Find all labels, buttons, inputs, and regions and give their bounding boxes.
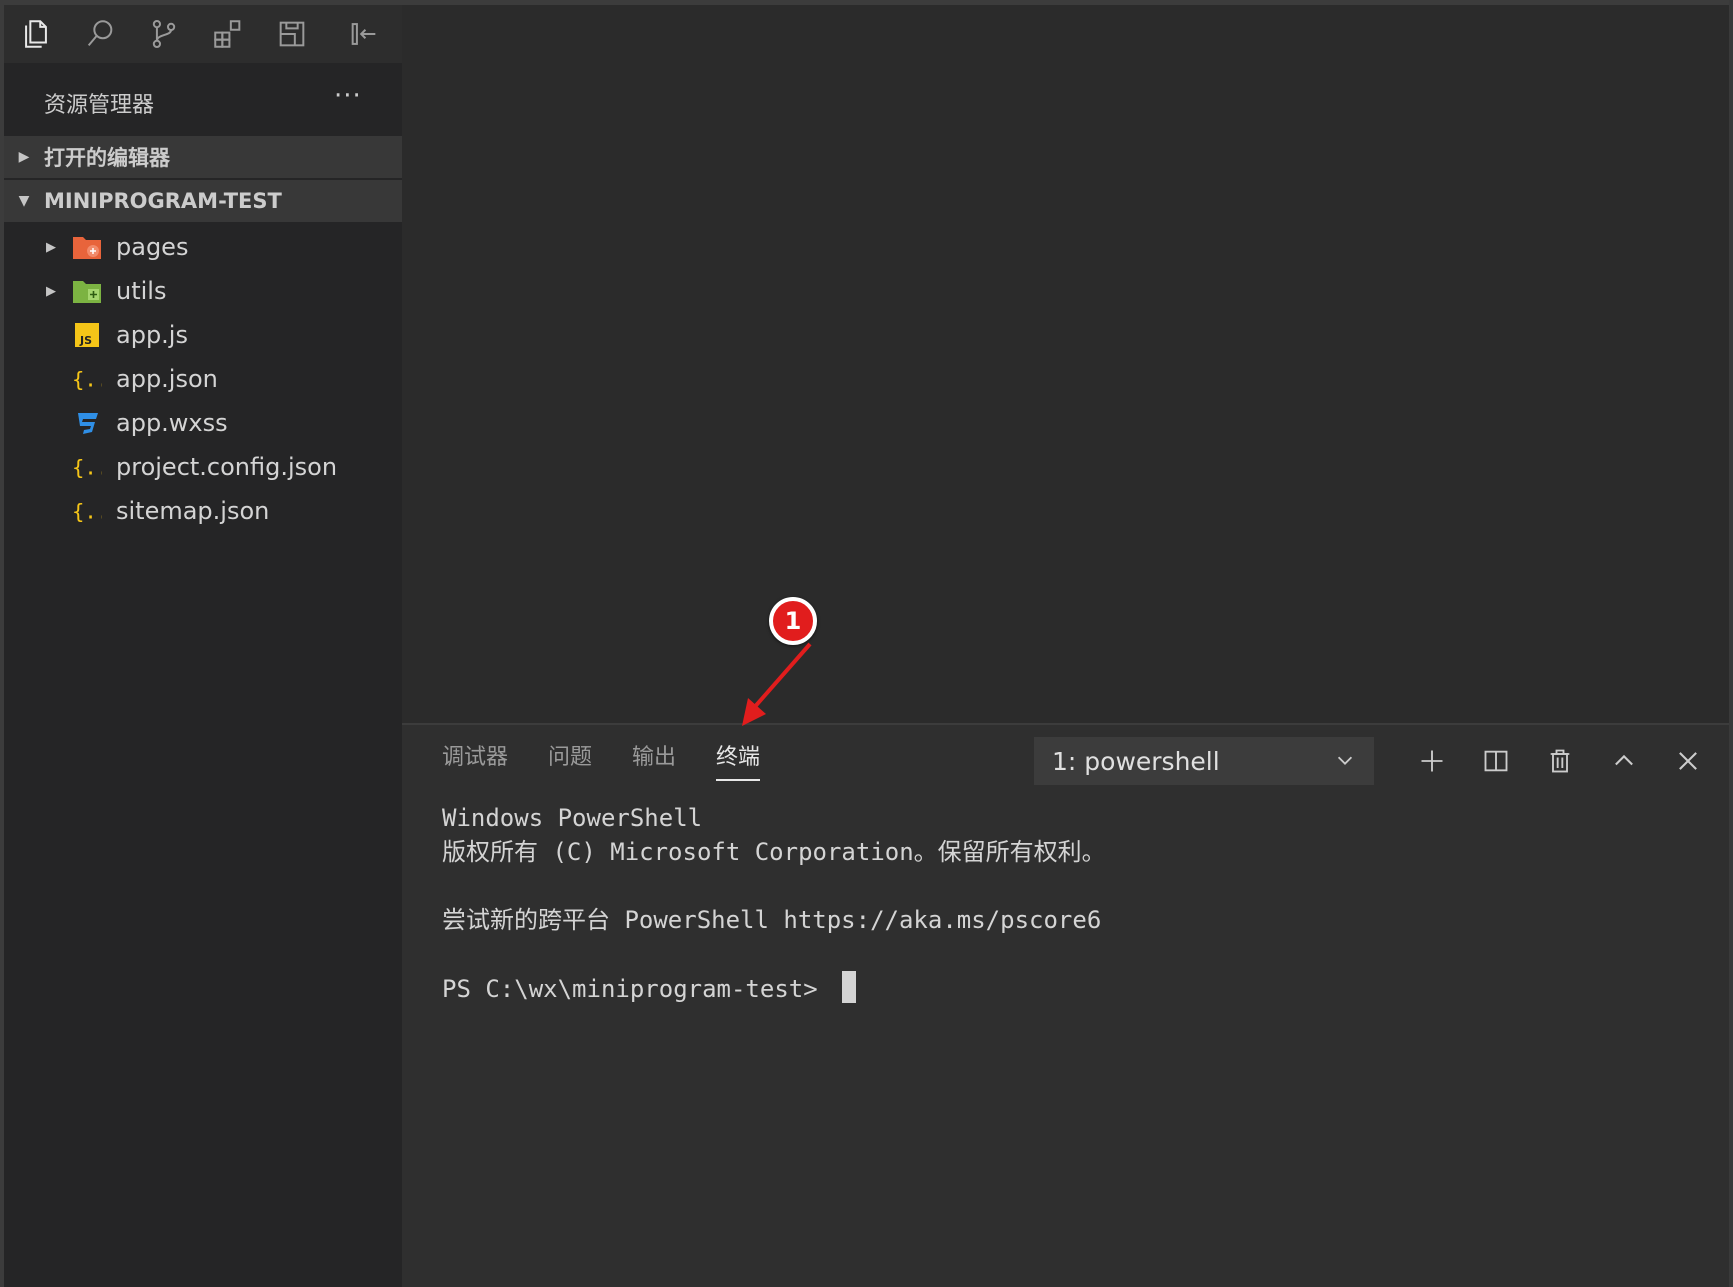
js-file-icon: JS bbox=[72, 320, 102, 350]
project-section[interactable]: ▼ MINIPROGRAM-TEST bbox=[4, 180, 402, 222]
tab-terminal[interactable]: 终端 bbox=[716, 739, 761, 781]
sidebar: 资源管理器 ··· ▶ 打开的编辑器 ▼ MINIPROGRAM-TEST ▶ … bbox=[4, 5, 402, 1287]
split-terminal-button[interactable] bbox=[1464, 739, 1528, 783]
collapse-sidebar-icon[interactable] bbox=[332, 5, 396, 63]
ide-window: 资源管理器 ··· ▶ 打开的编辑器 ▼ MINIPROGRAM-TEST ▶ … bbox=[0, 0, 1733, 1287]
svg-text:{..}: {..} bbox=[72, 456, 102, 480]
terminal-line: 版权所有 (C) Microsoft Corporation。保留所有权利。 bbox=[442, 838, 1106, 866]
new-terminal-button[interactable] bbox=[1400, 739, 1464, 783]
tree-item-label: sitemap.json bbox=[116, 497, 270, 525]
tab-output[interactable]: 输出 bbox=[632, 739, 676, 781]
chevron-up-icon bbox=[1615, 754, 1633, 766]
chevron-right-icon: ▶ bbox=[46, 283, 56, 299]
bottom-panel: 调试器 问题 输出 终端 1: powershell Windows Power… bbox=[402, 723, 1729, 1287]
svg-text:{..}: {..} bbox=[72, 500, 102, 524]
json-file-icon: {..} bbox=[72, 496, 102, 526]
terminal-line: Windows PowerShell bbox=[442, 804, 703, 832]
terminal-cursor bbox=[842, 971, 857, 1003]
tree-item-sitemap-json[interactable]: {..} sitemap.json bbox=[4, 489, 402, 533]
tree-item-label: app.json bbox=[116, 365, 218, 393]
editor-area[interactable] bbox=[402, 5, 1729, 723]
chevron-down-icon bbox=[1337, 756, 1353, 765]
tree-item-project-config-json[interactable]: {..} project.config.json bbox=[4, 445, 402, 489]
tree-item-app-json[interactable]: {..} app.json bbox=[4, 357, 402, 401]
tree-item-app-wxss[interactable]: app.wxss bbox=[4, 401, 402, 445]
terminal-select-value: 1: powershell bbox=[1052, 746, 1220, 776]
panel-actions bbox=[1400, 739, 1720, 783]
chevron-right-icon: ▶ bbox=[46, 239, 56, 255]
more-actions-button[interactable]: ··· bbox=[334, 81, 362, 111]
close-panel-button[interactable] bbox=[1656, 739, 1720, 783]
layout-icon[interactable] bbox=[260, 5, 324, 63]
tree-item-label: app.js bbox=[116, 321, 188, 349]
trash-icon bbox=[1550, 749, 1570, 773]
search-icon[interactable] bbox=[68, 5, 132, 63]
chevron-right-icon: ▶ bbox=[18, 149, 30, 165]
json-file-icon: {..} bbox=[72, 364, 102, 394]
folder-pages-icon bbox=[72, 232, 102, 262]
source-control-icon[interactable] bbox=[132, 5, 196, 63]
tree-item-label: pages bbox=[116, 233, 189, 261]
annotation-arrow-icon bbox=[742, 642, 812, 726]
tree-item-pages[interactable]: ▶ pages bbox=[4, 225, 402, 269]
annotation-badge: 1 bbox=[769, 597, 817, 645]
terminal-output[interactable]: Windows PowerShell 版权所有 (C) Microsoft Co… bbox=[442, 801, 1106, 1005]
files-icon[interactable] bbox=[4, 5, 68, 63]
open-editors-section[interactable]: ▶ 打开的编辑器 bbox=[4, 136, 402, 178]
terminal-prompt: PS C:\wx\miniprogram-test> bbox=[442, 975, 833, 1003]
tree-item-utils[interactable]: ▶ utils bbox=[4, 269, 402, 313]
tree-item-label: project.config.json bbox=[116, 453, 338, 481]
terminal-select[interactable]: 1: powershell bbox=[1034, 737, 1374, 785]
explorer-title: 资源管理器 bbox=[44, 93, 155, 118]
terminal-prompt-line: PS C:\wx\miniprogram-test> bbox=[442, 971, 1106, 1005]
kill-terminal-button[interactable] bbox=[1528, 739, 1592, 783]
window-right-border bbox=[1729, 0, 1733, 1287]
file-tree: ▶ pages ▶ utils JS app.js {. app.json ap… bbox=[4, 225, 402, 533]
split-icon bbox=[1484, 750, 1508, 772]
panel-tabs: 调试器 问题 输出 终端 bbox=[442, 739, 800, 781]
tree-item-app-js[interactable]: JS app.js bbox=[4, 313, 402, 357]
maximize-panel-button[interactable] bbox=[1592, 739, 1656, 783]
tab-debugger[interactable]: 调试器 bbox=[442, 739, 508, 781]
tree-item-label: utils bbox=[116, 277, 167, 305]
extensions-icon[interactable] bbox=[196, 5, 260, 63]
terminal-line: 尝试新的跨平台 PowerShell https://aka.ms/pscore… bbox=[442, 906, 1102, 934]
svg-text:JS: JS bbox=[79, 334, 92, 347]
json-file-icon: {..} bbox=[72, 452, 102, 482]
close-icon bbox=[1679, 752, 1697, 770]
chevron-down-icon: ▼ bbox=[18, 193, 30, 209]
activity-bar bbox=[4, 5, 402, 63]
explorer-header: 资源管理器 ··· bbox=[4, 71, 402, 135]
plus-icon bbox=[1421, 750, 1443, 772]
project-label: MINIPROGRAM-TEST bbox=[44, 189, 282, 213]
svg-text:{..}: {..} bbox=[72, 368, 102, 392]
open-editors-label: 打开的编辑器 bbox=[44, 146, 170, 170]
tree-item-label: app.wxss bbox=[116, 409, 228, 437]
css-file-icon bbox=[72, 408, 102, 438]
folder-utils-icon bbox=[72, 276, 102, 306]
tab-problems[interactable]: 问题 bbox=[548, 739, 592, 781]
